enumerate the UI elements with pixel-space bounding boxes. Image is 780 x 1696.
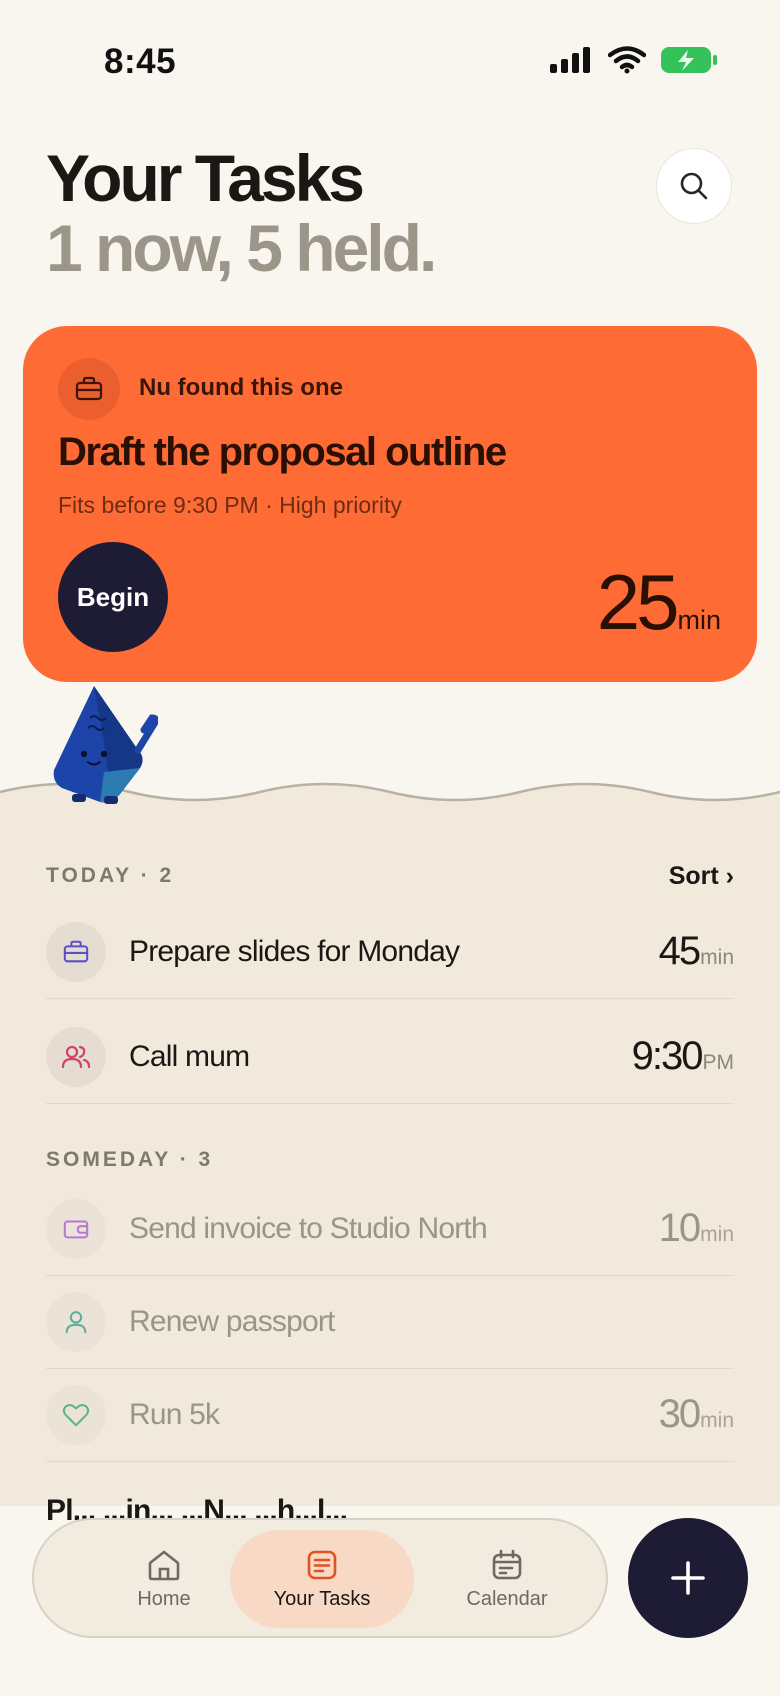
task-row[interactable]: Prepare slides for Monday 45 min: [46, 905, 734, 999]
nav-label: Your Tasks: [273, 1587, 371, 1610]
task-icon-badge: [46, 1291, 106, 1352]
heart-icon: [62, 1403, 90, 1426]
hero-meta: Fits before 9:30 PM · High priority: [58, 492, 402, 518]
task-time-unit: min: [700, 946, 734, 969]
wallet-icon: [63, 1220, 89, 1238]
nav-label: Home: [137, 1587, 191, 1610]
begin-button[interactable]: Begin: [58, 542, 168, 652]
task-time-unit: min: [700, 1223, 734, 1246]
hero-duration-unit: min: [677, 605, 721, 635]
task-title: Send invoice to Studio North: [129, 1211, 488, 1245]
task-row[interactable]: Run 5k 30 min: [46, 1368, 734, 1462]
page-subtitle: 1 now, 5 held.: [46, 211, 437, 285]
status-icons: [550, 46, 718, 74]
task-title: Call mum: [129, 1039, 250, 1073]
hero-duration-value: 25: [596, 558, 680, 646]
search-icon: [680, 172, 708, 200]
task-time-value: 45: [658, 929, 701, 973]
task-row[interactable]: Call mum 9:30 PM: [46, 1010, 734, 1104]
task-icon-badge: [46, 921, 106, 982]
nav-item-calendar[interactable]: Calendar: [415, 1530, 599, 1628]
hero-badge: Nu found this one: [139, 374, 343, 401]
task-time-value: 10: [658, 1206, 701, 1250]
task-icon-badge: [46, 1026, 106, 1087]
sort-button[interactable]: Sort ›: [669, 862, 734, 891]
home-icon: [148, 1550, 180, 1580]
section-label-someday: SOMEDAY · 3: [46, 1148, 214, 1171]
briefcase-icon: [63, 940, 89, 962]
task-time-value: 9:30: [631, 1034, 704, 1078]
hero-title: Draft the proposal outline: [58, 430, 507, 474]
briefcase-icon: [75, 376, 103, 401]
status-time: 8:45: [104, 42, 177, 81]
task-time-value: 30: [658, 1392, 701, 1436]
task-time: 45 min: [659, 929, 734, 974]
mascot-nu: [53, 686, 158, 804]
people-icon: [61, 1045, 91, 1068]
wifi-icon: [608, 46, 646, 74]
task-title: Run 5k: [129, 1397, 220, 1431]
calendar-icon: [492, 1549, 522, 1579]
search-button[interactable]: [656, 148, 732, 224]
task-title: Renew passport: [129, 1304, 335, 1338]
page-title: Your Tasks: [46, 141, 365, 215]
nav-item-your-tasks[interactable]: Your Tasks: [230, 1530, 414, 1628]
tasks-icon: [307, 1550, 337, 1579]
task-time-unit: PM: [702, 1051, 735, 1074]
hero-task-card[interactable]: Nu found this one Draft the proposal out…: [23, 326, 757, 682]
nav-label: Calendar: [466, 1587, 548, 1610]
task-time: 10 min: [659, 1206, 734, 1251]
bottom-nav: Home Your Tasks Calendar: [32, 1518, 608, 1638]
task-row[interactable]: Renew passport: [46, 1275, 734, 1369]
task-title: Prepare slides for Monday: [129, 934, 460, 968]
task-row[interactable]: Send invoice to Studio North 10 min: [46, 1182, 734, 1276]
cellular-signal-icon: [550, 47, 590, 73]
nav-item-home[interactable]: Home: [72, 1530, 256, 1628]
add-task-button[interactable]: [628, 1518, 748, 1638]
task-icon-badge: [46, 1198, 106, 1259]
hero-icon-badge: [58, 358, 120, 420]
plus-icon: [671, 1561, 705, 1595]
battery-charging-icon: [661, 47, 717, 73]
task-time: 9:30 PM: [632, 1034, 734, 1079]
section-label-today: TODAY · 2: [46, 864, 175, 887]
task-icon-badge: [46, 1384, 106, 1445]
status-bar: 8:45: [0, 0, 780, 120]
task-time-unit: min: [700, 1409, 734, 1432]
hero-duration: 25 min: [597, 562, 721, 642]
task-time: 30 min: [659, 1392, 734, 1437]
person-icon: [65, 1310, 87, 1333]
